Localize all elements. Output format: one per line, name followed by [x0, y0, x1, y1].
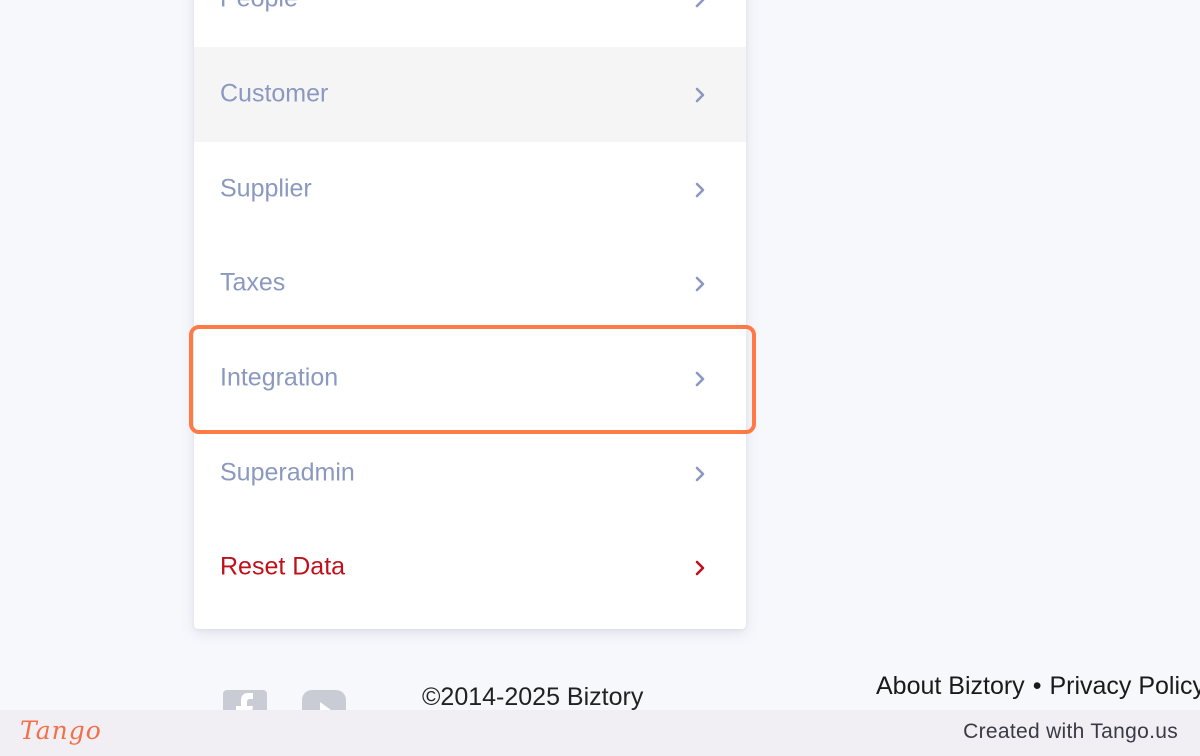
menu-item-label: Integration [220, 362, 339, 391]
privacy-policy-link[interactable]: Privacy Policy [1049, 672, 1200, 700]
chevron-right-icon [690, 274, 710, 294]
chevron-right-icon [690, 180, 710, 200]
menu-item-label: People [220, 0, 298, 13]
chevron-right-icon [690, 0, 710, 10]
copyright-text: ©2014-2025 Biztory [422, 683, 644, 711]
menu-item-label: Supplier [220, 173, 312, 202]
chevron-right-icon [690, 85, 710, 105]
chevron-right-icon [690, 464, 710, 484]
menu-item-label: Superadmin [220, 457, 355, 486]
settings-menu: People Customer Supplier Taxes Integrati [194, 0, 746, 629]
menu-item-reset-data[interactable]: Reset Data [194, 520, 746, 615]
menu-item-customer[interactable]: Customer [194, 47, 746, 142]
link-separator: • [1032, 672, 1042, 700]
menu-item-superadmin[interactable]: Superadmin [194, 426, 746, 521]
tango-logo: Tango [20, 716, 102, 745]
page: People Customer Supplier Taxes Integrati [0, 0, 1200, 756]
menu-item-label: Reset Data [220, 551, 346, 580]
chevron-right-icon [690, 558, 710, 578]
menu-item-taxes[interactable]: Taxes [194, 236, 746, 331]
tango-credit: Created with Tango.us [963, 720, 1178, 743]
menu-item-label: Customer [220, 78, 329, 107]
tango-footer-bar: Tango Created with Tango.us [0, 710, 1200, 756]
menu-item-supplier[interactable]: Supplier [194, 142, 746, 237]
footer-links: About Biztory • Privacy Policy [876, 672, 1200, 701]
menu-item-integration[interactable]: Integration [194, 331, 746, 426]
about-link[interactable]: About Biztory [876, 672, 1025, 700]
menu-item-label: Taxes [220, 267, 286, 296]
chevron-right-icon [690, 369, 710, 389]
menu-item-people[interactable]: People [194, 0, 746, 47]
